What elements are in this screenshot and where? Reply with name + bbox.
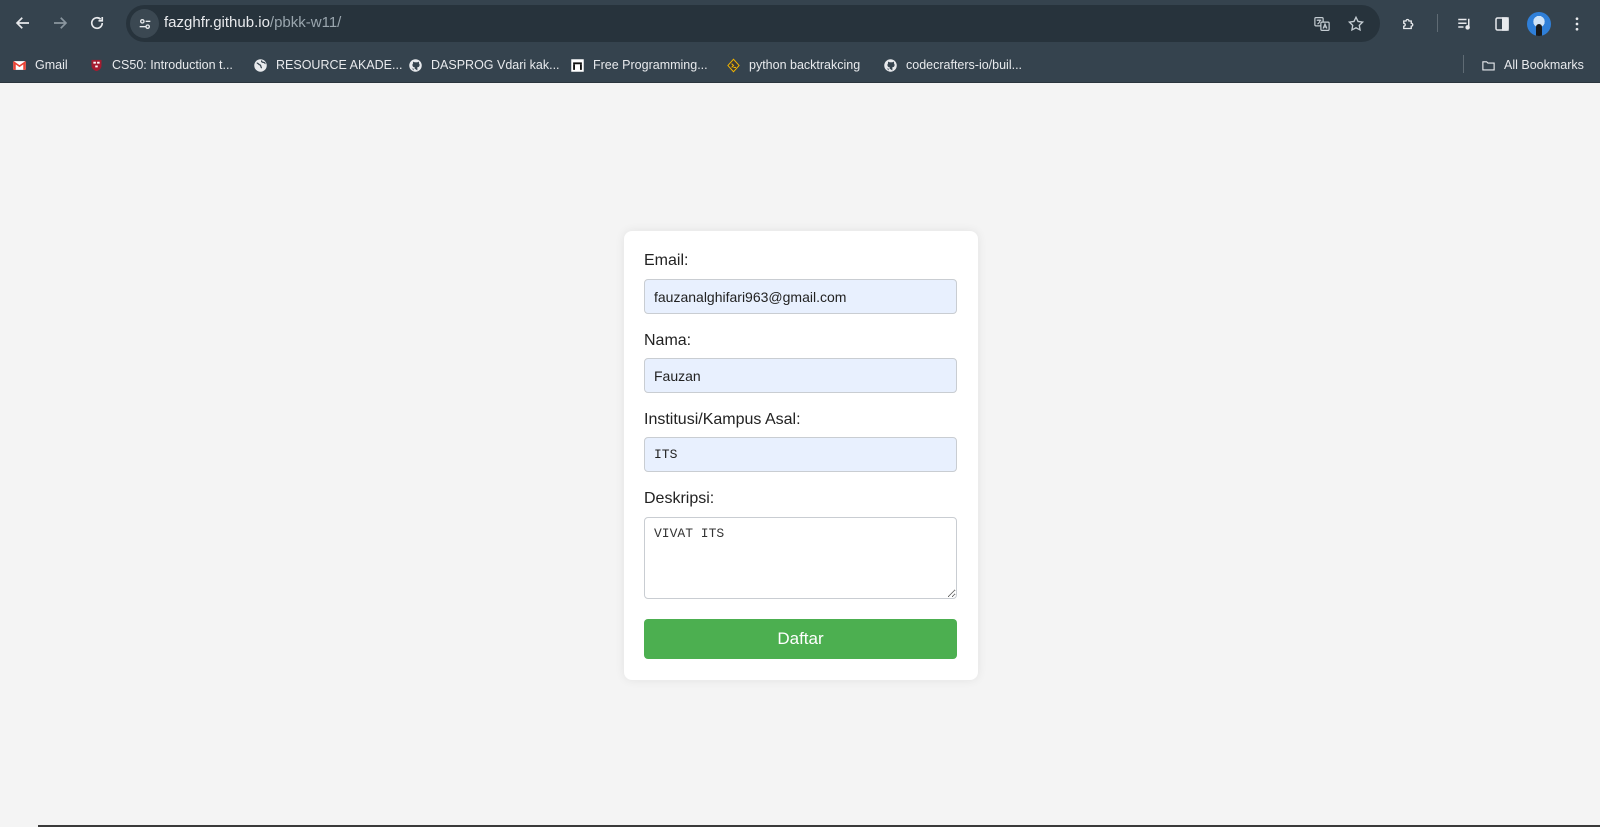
back-button[interactable] (8, 8, 38, 38)
bookmark-site-icon (570, 58, 585, 73)
bookmark-label: codecrafters-io/buil... (906, 58, 1023, 72)
bookmark-label: Free Programming... (593, 58, 708, 72)
address-bar[interactable]: fazghfr.github.io/pbkk-w11/ (126, 5, 1380, 42)
bookmark-label: RESOURCE AKADE... (276, 58, 403, 72)
globe-icon (253, 58, 268, 73)
side-panel-button[interactable] (1490, 12, 1514, 36)
bookmark-label: python backtrakcing (749, 58, 861, 72)
registration-form: Email: Nama: Institusi/Kampus Asal: Desk… (624, 231, 978, 680)
email-label: Email: (644, 252, 689, 269)
bookmark-dasprog[interactable]: DASPROG Vdari kak... (408, 54, 560, 76)
deskripsi-textarea[interactable]: VIVAT ITS (644, 517, 957, 599)
browser-menu-button[interactable] (1565, 12, 1589, 36)
site-info-button[interactable] (130, 9, 159, 38)
nama-field[interactable] (644, 358, 957, 393)
kebab-menu-icon (1575, 17, 1579, 31)
arrow-right-icon (54, 17, 68, 29)
nama-label: Nama: (644, 332, 692, 349)
daftar-button[interactable]: Daftar (644, 619, 957, 659)
all-bookmarks-label: All Bookmarks (1504, 58, 1584, 72)
avatar[interactable] (1527, 12, 1551, 36)
reload-button[interactable] (82, 8, 112, 38)
bookmarks-divider (1463, 55, 1464, 73)
browser-toolbar: fazghfr.github.io/pbkk-w11/ (0, 0, 1600, 47)
arrow-left-icon (15, 17, 29, 29)
media-controls-button[interactable] (1453, 12, 1477, 36)
bookmark-label: CS50: Introduction t... (112, 58, 233, 72)
email-field[interactable] (644, 279, 957, 314)
all-bookmarks-button[interactable]: All Bookmarks (1481, 54, 1584, 76)
reload-icon (90, 16, 104, 30)
bookmark-star-button[interactable] (1346, 14, 1366, 34)
translate-button[interactable] (1312, 14, 1332, 34)
extensions-button[interactable] (1397, 12, 1421, 36)
gmail-icon (12, 58, 27, 73)
folder-icon (1481, 58, 1496, 73)
bookmark-label: Gmail (35, 58, 68, 72)
github-icon (883, 58, 898, 73)
puzzle-icon (1403, 18, 1414, 30)
star-icon (1347, 15, 1365, 32)
bookmark-resource-akademik[interactable]: RESOURCE AKADE... (253, 54, 402, 76)
forward-button[interactable] (45, 8, 75, 38)
harvard-shield-icon (89, 58, 104, 73)
bookmark-codecrafters[interactable]: codecrafters-io/buil... (883, 54, 1022, 76)
bookmark-gmail[interactable]: Gmail (12, 54, 68, 76)
python-diamond-icon (726, 58, 741, 73)
tune-icon (139, 18, 150, 29)
bookmarks-bar: Gmail CS50: Introduction t... RESOURCE A… (0, 47, 1600, 83)
bookmark-python-backtracking[interactable]: python backtrakcing (726, 54, 860, 76)
bookmark-free-programming[interactable]: Free Programming... (570, 54, 708, 76)
institusi-label: Institusi/Kampus Asal: (644, 411, 801, 428)
url-text: fazghfr.github.io/pbkk-w11/ (164, 14, 341, 31)
side-panel-icon (1495, 17, 1509, 31)
url-path: /pbkk-w11/ (269, 14, 342, 31)
bookmark-label: DASPROG Vdari kak... (431, 58, 560, 72)
translate-icon (1314, 17, 1330, 31)
url-host: fazghfr.github.io (164, 14, 270, 31)
toolbar-divider (1437, 14, 1438, 32)
institusi-field[interactable] (644, 437, 957, 472)
playlist-icon (1458, 18, 1470, 30)
github-icon (408, 58, 423, 73)
bookmark-cs50[interactable]: CS50: Introduction t... (89, 54, 233, 76)
deskripsi-label: Deskripsi: (644, 490, 715, 507)
